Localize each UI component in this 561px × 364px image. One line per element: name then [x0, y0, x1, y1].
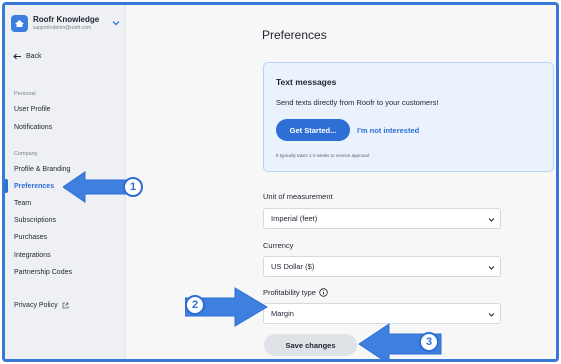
workspace-switcher[interactable]: Roofr Knowledge support+demo@roofr.com: [11, 11, 123, 35]
privacy-policy-link[interactable]: Privacy Policy: [14, 302, 69, 309]
currency-label-text: Currency: [263, 241, 294, 250]
unit-of-measurement-label-text: Unit of measurement: [263, 192, 333, 201]
sidebar-item-profile-branding[interactable]: Profile & Branding: [14, 166, 70, 173]
arrow-left-icon: [13, 53, 21, 60]
currency-select[interactable]: US Dollar ($): [263, 256, 501, 277]
profitability-type-label-text: Profitability type: [263, 288, 316, 297]
section-label-company: Company: [14, 151, 38, 157]
annotation-badge-3: 3: [419, 332, 439, 352]
chevron-down-icon: [488, 266, 495, 270]
app-window: Roofr Knowledge support+demo@roofr.com B…: [2, 2, 559, 362]
privacy-policy-label: Privacy Policy: [14, 302, 58, 309]
unit-of-measurement-value: Imperial (feet): [271, 214, 318, 223]
sidebar-item-subscriptions[interactable]: Subscriptions: [14, 217, 56, 224]
sidebar-item-integrations[interactable]: Integrations: [14, 252, 51, 259]
sidebar-item-preferences[interactable]: Preferences: [14, 183, 54, 190]
workspace-name: Roofr Knowledge: [33, 14, 100, 24]
back-link[interactable]: Back: [13, 53, 42, 60]
approval-note: It typically takes 1-2 weeks to receive …: [276, 153, 371, 158]
sidebar-item-purchases[interactable]: Purchases: [14, 234, 47, 241]
external-link-icon: [62, 302, 68, 309]
text-messages-card: Text messages Send texts directly from R…: [263, 62, 554, 172]
profitability-type-select[interactable]: Margin: [263, 303, 501, 324]
sidebar-item-user-profile[interactable]: User Profile: [14, 106, 51, 113]
section-label-personal: Personal: [14, 91, 36, 97]
save-changes-button[interactable]: Save changes: [264, 334, 357, 356]
chevron-down-icon[interactable]: [111, 18, 121, 28]
unit-of-measurement-label: Unit of measurement: [263, 192, 333, 201]
profitability-type-value: Margin: [271, 309, 294, 318]
unit-of-measurement-select[interactable]: Imperial (feet): [263, 208, 501, 229]
get-started-button[interactable]: Get Started...: [276, 119, 350, 141]
profitability-type-label: Profitability type: [263, 288, 328, 297]
currency-label: Currency: [263, 241, 293, 250]
back-label: Back: [26, 53, 42, 60]
chevron-down-icon: [488, 313, 495, 317]
annotation-badge-1: 1: [123, 177, 143, 197]
not-interested-link[interactable]: I'm not interested: [357, 126, 419, 135]
sidebar-item-partnership-codes[interactable]: Partnership Codes: [14, 269, 72, 276]
roof-icon: [11, 14, 28, 32]
sidebar-item-team[interactable]: Team: [14, 200, 31, 207]
annotation-badge-2: 2: [185, 295, 205, 315]
info-icon[interactable]: [319, 288, 328, 297]
card-title: Text messages: [276, 77, 337, 87]
chevron-down-icon: [488, 218, 495, 222]
currency-value: US Dollar ($): [271, 262, 315, 271]
sidebar-item-notifications[interactable]: Notifications: [14, 124, 52, 131]
active-indicator: [5, 179, 8, 193]
page-title: Preferences: [262, 28, 327, 42]
card-description: Send texts directly from Roofr to your c…: [276, 98, 439, 107]
workspace-email: support+demo@roofr.com: [33, 24, 92, 31]
